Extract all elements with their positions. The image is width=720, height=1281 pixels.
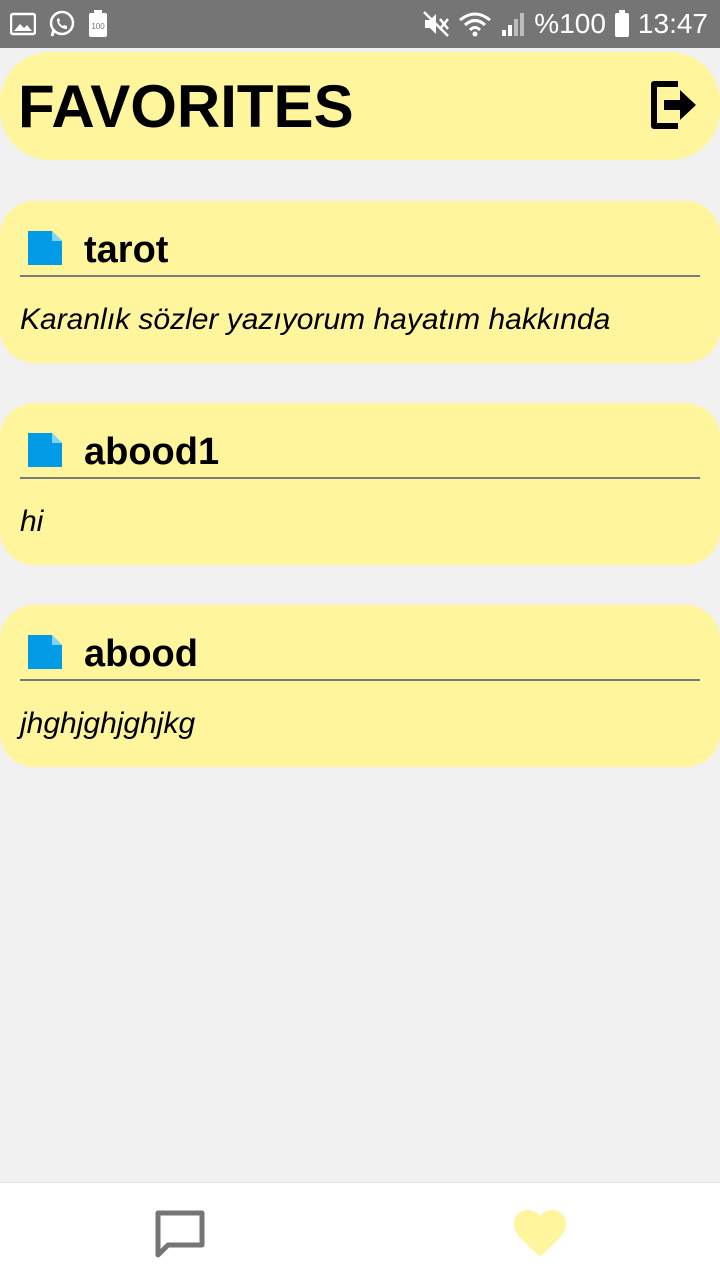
bottom-navigation [0,1182,720,1281]
status-bar: 100 %100 13:47 [0,0,720,48]
chat-icon[interactable] [152,1207,208,1263]
battery-100-icon: 100 [89,10,107,37]
document-icon [28,433,62,467]
heart-icon[interactable] [512,1207,568,1263]
mute-icon [423,11,450,37]
favorite-title: abood1 [84,431,220,473]
page-title: FAVORITES [18,73,354,140]
signal-icon [502,13,525,36]
favorite-title: tarot [84,229,169,271]
document-icon [28,635,62,669]
favorite-text: jhghjghjghjkg [20,707,196,740]
document-icon [28,231,62,265]
divider [20,275,700,277]
battery-percentage: %100 [534,8,606,39]
wifi-icon [459,12,492,37]
divider [20,477,700,479]
logout-icon[interactable] [648,78,698,132]
favorite-card[interactable]: abood1 hi [0,403,720,565]
favorites-header: FAVORITES [0,52,720,160]
favorite-title: abood [84,633,198,675]
favorite-card[interactable]: tarot Karanlık sözler yazıyorum hayatım … [0,201,720,363]
svg-text:100: 100 [91,22,105,31]
divider [20,679,700,681]
battery-icon [614,10,629,37]
favorite-card[interactable]: abood jhghjghjghjkg [0,605,720,767]
favorite-text: hi [20,505,44,538]
image-icon [10,12,36,36]
favorite-text: Karanlık sözler yazıyorum hayatım hakkın… [20,303,611,336]
clock: 13:47 [637,8,708,39]
whatsapp-icon [49,10,75,37]
